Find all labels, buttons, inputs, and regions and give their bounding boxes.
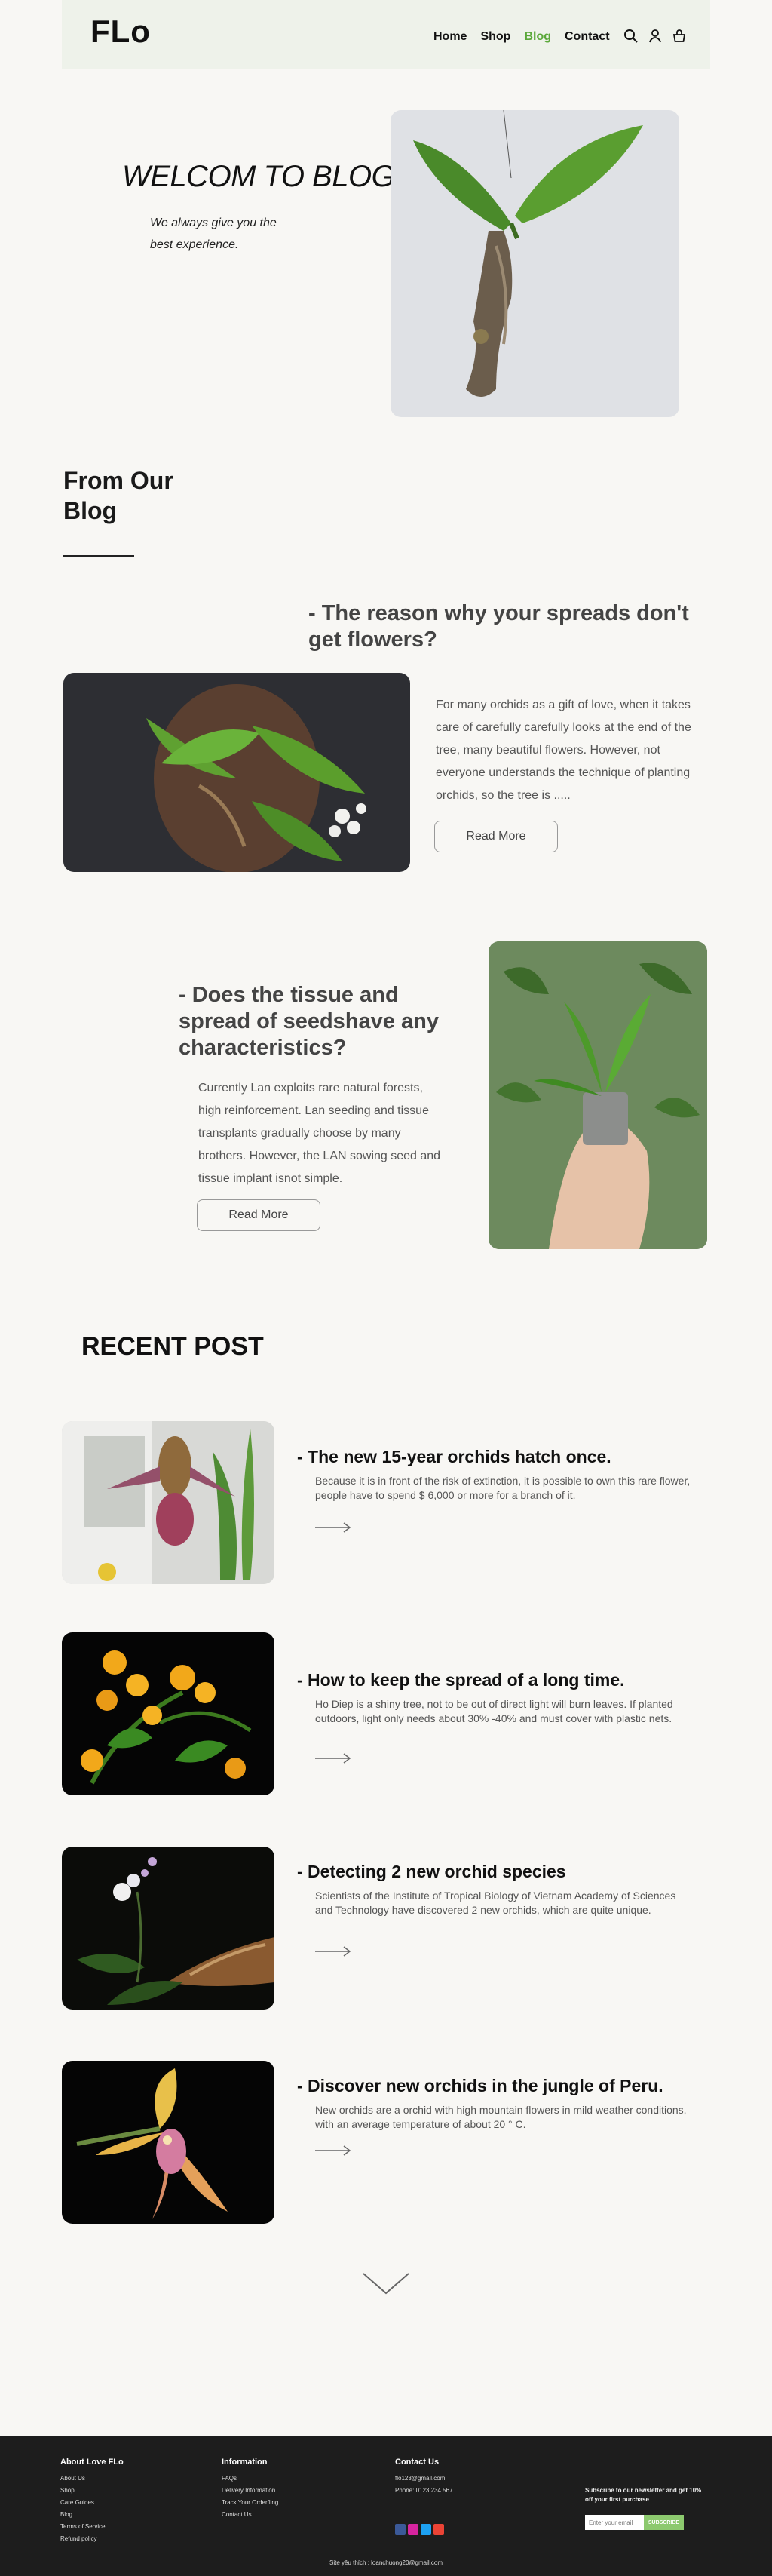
footer-about: About Love FLo About Us Shop Care Guides…	[60, 2458, 124, 2545]
section-divider	[63, 555, 134, 557]
social-links	[395, 2524, 453, 2535]
footer-link[interactable]: Shop	[60, 2485, 124, 2497]
copyright: Site yêu thích : loanchuong20@gmail.com	[329, 2559, 443, 2566]
facebook-icon[interactable]	[395, 2524, 406, 2535]
recent-post-title: RECENT POST	[81, 1332, 264, 1361]
nav-blog[interactable]: Blog	[524, 30, 551, 44]
nav-home[interactable]: Home	[433, 30, 467, 44]
recent-post-excerpt: Scientists of the Institute of Tropical …	[315, 1890, 676, 1916]
nav-shop[interactable]: Shop	[480, 30, 510, 44]
recent-post-heading[interactable]: - How to keep the spread of a long time.	[297, 1670, 625, 1690]
recent-post-heading[interactable]: - The new 15-year orchids hatch once.	[297, 1447, 611, 1467]
footer-link[interactable]: About Us	[60, 2473, 124, 2485]
blog-post-excerpt: For many orchids as a gift of love, when…	[436, 698, 691, 802]
instagram-icon[interactable]	[408, 2524, 418, 2535]
arrow-right-icon[interactable]	[315, 1946, 351, 1957]
arrow-right-icon[interactable]	[315, 1753, 351, 1764]
search-icon[interactable]	[623, 29, 639, 44]
twitter-icon[interactable]	[421, 2524, 431, 2535]
newsletter-form: SUBSCRIBE	[585, 2515, 684, 2530]
contact-phone: Phone: 0123.234.567	[395, 2487, 453, 2494]
blog-post-title[interactable]: - Does the tissue and spread of seedshav…	[179, 982, 465, 1061]
subscribe-button[interactable]: SUBSCRIBE	[644, 2515, 684, 2530]
footer-link[interactable]: Track Your Orderfling	[222, 2497, 278, 2509]
read-more-button[interactable]: Read More	[197, 1199, 320, 1231]
hero-orchid-image	[391, 110, 679, 417]
recent-post-heading[interactable]: - Discover new orchids in the jungle of …	[297, 2076, 663, 2096]
user-icon[interactable]	[648, 29, 663, 44]
recent-post-heading[interactable]: - Detecting 2 new orchid species	[297, 1862, 566, 1882]
logo[interactable]: FLo	[90, 14, 151, 50]
chevron-down-icon[interactable]	[362, 2272, 410, 2296]
read-more-button[interactable]: Read More	[434, 821, 558, 852]
blog-post-image[interactable]	[63, 673, 410, 872]
footer-heading: Contact Us	[395, 2458, 440, 2467]
arrow-right-icon[interactable]	[315, 1522, 351, 1533]
footer-heading: Information	[222, 2458, 268, 2467]
newsletter-text: Subscribe to our newsletter and get 10% …	[585, 2487, 702, 2503]
contact-email[interactable]: flo123@gmail.com	[395, 2473, 453, 2485]
nav-contact[interactable]: Contact	[565, 30, 610, 44]
footer-heading: About Love FLo	[60, 2458, 124, 2467]
hero-subtitle: We always give you the best experience.	[150, 216, 277, 251]
recent-post-image[interactable]	[62, 2061, 274, 2224]
header-icons	[623, 29, 687, 44]
site-header: FLo Home Shop Blog Contact	[62, 0, 710, 69]
footer-link[interactable]: Delivery Information	[222, 2485, 278, 2497]
footer-link[interactable]: FAQs	[222, 2473, 278, 2485]
newsletter-email-input[interactable]	[585, 2515, 644, 2530]
blog-post-image[interactable]	[489, 941, 707, 1249]
recent-post-image[interactable]	[62, 1421, 274, 1584]
footer-link[interactable]: Care Guides	[60, 2497, 124, 2509]
arrow-right-icon[interactable]	[315, 2145, 351, 2156]
footer-link[interactable]: Contact Us	[222, 2509, 278, 2521]
recent-post-image[interactable]	[62, 1632, 274, 1795]
main-nav: Home Shop Blog Contact	[433, 30, 610, 44]
footer-link[interactable]: Blog	[60, 2509, 124, 2521]
gmail-icon[interactable]	[433, 2524, 444, 2535]
site-footer: About Love FLo About Us Shop Care Guides…	[0, 2436, 772, 2576]
recent-post-excerpt: Because it is in front of the risk of ex…	[315, 1475, 691, 1501]
blog-post-excerpt: Currently Lan exploits rare natural fore…	[198, 1082, 441, 1185]
footer-information: Information FAQs Delivery Information Tr…	[222, 2458, 278, 2521]
footer-contact: Contact Us flo123@gmail.com Phone: 0123.…	[395, 2458, 453, 2535]
cart-icon[interactable]	[672, 29, 687, 44]
blog-post-title[interactable]: - The reason why your spreads don't get …	[308, 600, 715, 653]
blog-section-title: From Our Blog	[63, 467, 173, 524]
recent-post-excerpt: Ho Diep is a shiny tree, not to be out o…	[315, 1698, 673, 1724]
footer-link[interactable]: Terms of Service	[60, 2521, 124, 2533]
recent-post-excerpt: New orchids are a orchid with high mount…	[315, 2104, 687, 2130]
footer-link[interactable]: Refund policy	[60, 2533, 124, 2545]
recent-post-image[interactable]	[62, 1847, 274, 2010]
